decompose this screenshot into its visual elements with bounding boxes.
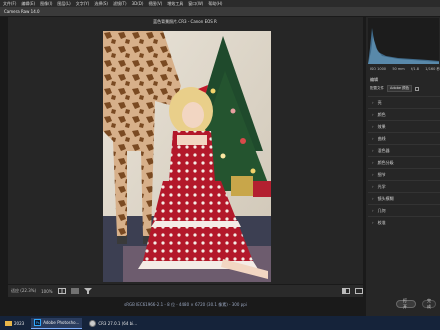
panel-label: 细节 (377, 171, 386, 177)
camera-meta: ISO 1000 50 mm f/1.8 1/160 秒 (370, 67, 440, 73)
panel-label: 颜色 (377, 111, 386, 117)
menu-image[interactable]: 图像(I) (40, 1, 52, 7)
panel-effects[interactable]: › 效果 (368, 120, 440, 132)
panel-label: 光学 (377, 183, 386, 189)
panel-lens-blur[interactable]: › 镜头模糊 (368, 192, 440, 204)
meta-shutter: 1/160 秒 (425, 67, 440, 71)
menu-select[interactable]: 选择(S) (94, 1, 108, 7)
panel-label: 亮 (377, 99, 382, 105)
profile-row: 配置文件 Adobe 颜色 (370, 85, 440, 92)
menu-type[interactable]: 文字(Y) (76, 1, 90, 7)
menu-bar: 文件(F) 编辑(E) 图像(I) 图层(L) 文字(Y) 选择(S) 滤镜(T… (0, 0, 440, 7)
before-after-icon[interactable] (57, 288, 66, 294)
chevron-right-icon: › (372, 184, 374, 189)
menu-help[interactable]: 帮助(H) (208, 1, 222, 7)
file-name: 蓝色背景照片.CR3 - Canon EOS R (153, 19, 217, 24)
chevron-right-icon: › (372, 160, 374, 165)
panel-label: 校准 (377, 219, 386, 225)
profile-label: 配置文件 (370, 86, 384, 90)
compare-icon[interactable] (342, 288, 350, 294)
taskbar-folder[interactable]: 2023 (2, 318, 27, 329)
profile-select[interactable]: Adobe 颜色 (387, 85, 413, 92)
panel-color-grading[interactable]: › 颜色分级 (368, 156, 440, 168)
open-button[interactable]: 打开 (396, 298, 416, 309)
chevron-right-icon: › (372, 196, 374, 201)
menu-window[interactable]: 窗口(W) (188, 1, 203, 7)
done-button[interactable]: 完成 (422, 298, 436, 309)
histogram (368, 18, 439, 64)
histogram-icon (368, 28, 439, 64)
panel-color[interactable]: › 颜色 (368, 108, 440, 120)
photo-preview[interactable] (103, 31, 271, 282)
folder-icon (5, 320, 12, 326)
panel-label: 几何 (377, 207, 386, 213)
panel-mixer[interactable]: › 混色器 (368, 144, 440, 156)
zoom-100[interactable]: 100% (41, 289, 52, 294)
chevron-right-icon: › (372, 124, 374, 129)
panel-label: 混色器 (377, 147, 390, 153)
zoom-select[interactable]: 适应 (22.3%) (11, 288, 36, 294)
panel-geometry[interactable]: › 几何 (368, 204, 440, 216)
profile-browser-icon[interactable] (415, 86, 420, 91)
panel-label: 曲线 (377, 135, 386, 141)
dialog-buttons: 打开 完成 (396, 298, 440, 309)
panel-label: 颜色分级 (377, 159, 394, 165)
chevron-right-icon: › (372, 112, 374, 117)
chevron-right-icon: › (372, 136, 374, 141)
swap-icon[interactable] (355, 288, 363, 294)
taskbar-photoshop[interactable]: Ps Adobe Photosho... (31, 317, 83, 329)
panel-light[interactable]: › 亮 (368, 96, 440, 108)
menu-file[interactable]: 文件(F) (3, 1, 16, 7)
panel-label: 效果 (377, 123, 386, 129)
meta-fstop: f/1.8 (411, 67, 419, 71)
menu-plugins[interactable]: 增效工具 (167, 1, 183, 7)
edit-section-title: 编辑 (370, 77, 378, 82)
chevron-right-icon: › (372, 208, 374, 213)
photoshop-icon: Ps (34, 319, 42, 326)
menu-filter[interactable]: 滤镜(T) (113, 1, 127, 7)
meta-iso: ISO 1000 (370, 67, 387, 71)
task-label: Adobe Photosho... (43, 320, 80, 325)
chevron-right-icon: › (372, 220, 374, 225)
meta-focal: 50 mm (392, 67, 405, 71)
image-info-link[interactable]: sRGB IEC61966-2.1 - 8 位 - 4480 × 6720 (3… (8, 301, 363, 309)
chrome-icon (89, 319, 97, 327)
filter-icon[interactable] (83, 288, 92, 294)
dialog-titlebar: Camera Raw 14.0 (0, 7, 440, 16)
chevron-right-icon: › (372, 148, 374, 153)
taskbar-browser[interactable]: CR3 27.0.1 (64 bi... (86, 318, 140, 329)
menu-edit[interactable]: 编辑(E) (21, 1, 35, 7)
preview-bottom-bar: 适应 (22.3%) 100% (8, 285, 363, 297)
task-label: 2023 (14, 320, 25, 326)
panel-calibration[interactable]: › 校准 (368, 216, 440, 228)
panel-curve[interactable]: › 曲线 (368, 132, 440, 144)
taskbar: 2023 Ps Adobe Photosho... CR3 27.0.1 (64… (0, 316, 440, 330)
menu-view[interactable]: 视图(V) (148, 1, 162, 7)
panel-detail[interactable]: › 细节 (368, 168, 440, 180)
chevron-right-icon: › (372, 100, 374, 105)
menu-layer[interactable]: 图层(L) (57, 1, 70, 7)
grid-icon[interactable] (70, 288, 79, 294)
task-label: CR3 27.0.1 (64 bi... (98, 320, 138, 326)
photo-illustration (103, 31, 271, 282)
edit-panels: › 亮 › 颜色 › 效果 › 曲线 › 混色器 › 颜色分级 › 细节 › 光学 › 镜头模糊 … (368, 96, 440, 228)
menu-3d[interactable]: 3D(D) (132, 1, 144, 6)
chevron-right-icon: › (372, 172, 374, 177)
panel-label: 镜头模糊 (377, 195, 394, 201)
panel-optics[interactable]: › 光学 (368, 180, 440, 192)
dialog-title: Camera Raw 14.0 (4, 9, 40, 14)
